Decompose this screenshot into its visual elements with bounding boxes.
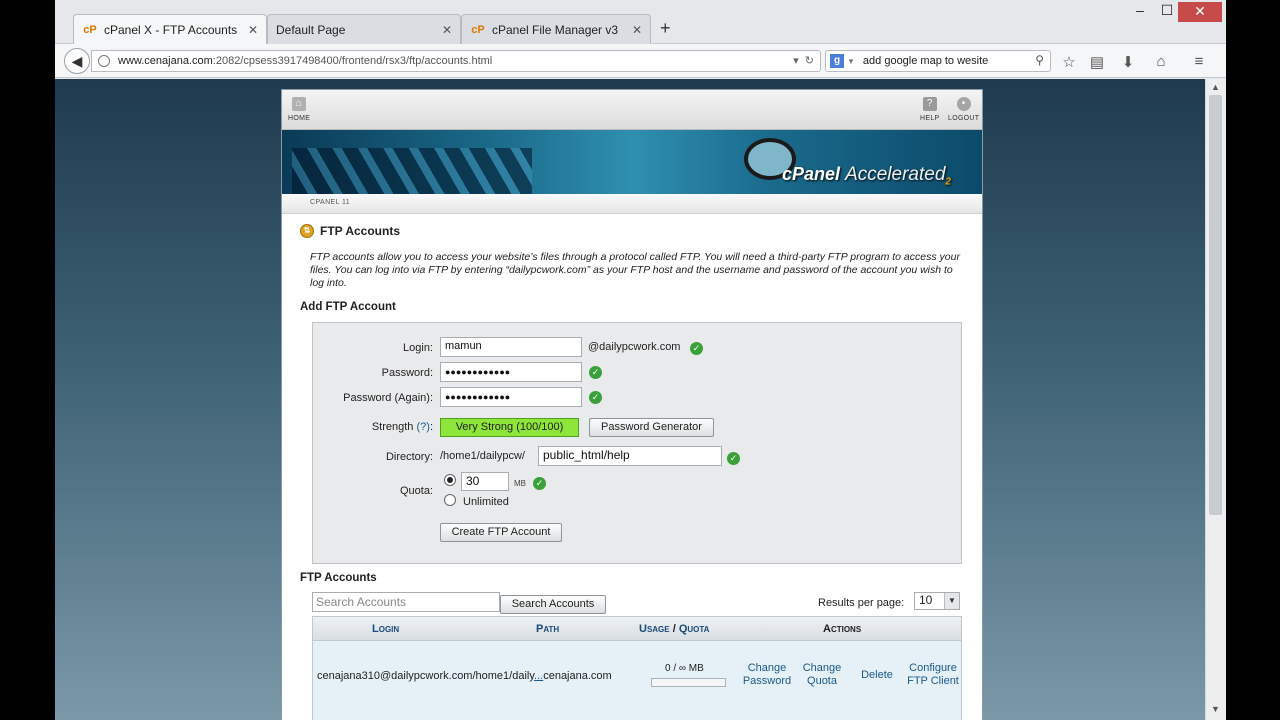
- logout-link[interactable]: • LOGOUT: [948, 97, 979, 122]
- configure-ftp-client-link[interactable]: Configure FTP Client: [903, 662, 963, 688]
- vertical-scrollbar[interactable]: ▲ ▼: [1205, 79, 1226, 720]
- ftp-accounts-table: Login Path Usage / Quota Actions cenajan…: [312, 616, 962, 720]
- delete-link[interactable]: Delete: [857, 669, 897, 682]
- new-tab-button[interactable]: +: [660, 18, 671, 39]
- help-link[interactable]: ? HELP: [920, 97, 940, 122]
- table-row: cenajana310@dailypcwork.com/home1/daily.…: [313, 641, 961, 711]
- url-path: :2082/cpsess3917498400/frontend/rsx3/ftp…: [212, 55, 493, 67]
- home-link[interactable]: ⌂ HOME: [288, 97, 310, 122]
- ftp-accounts-heading: FTP Accounts: [300, 572, 377, 584]
- tab-label: cPanel X - FTP Accounts: [104, 23, 238, 37]
- tab-label: cPanel File Manager v3: [492, 22, 619, 37]
- account-domain: cenajana.com: [543, 670, 612, 682]
- download-icon[interactable]: ⬇: [1118, 53, 1138, 71]
- table-header: Login Path Usage / Quota Actions: [313, 617, 961, 641]
- home-icon[interactable]: ⌂: [1151, 53, 1171, 70]
- cpanel-banner: cPanel Accelerated2: [282, 130, 982, 194]
- page-viewport: ⌂ HOME ? HELP • LOGOUT cPanel Accelerate…: [55, 79, 1205, 720]
- search-engine-dropdown-icon[interactable]: ▼: [847, 57, 855, 66]
- search-icon[interactable]: ⚲: [1035, 53, 1044, 67]
- globe-icon: [98, 55, 110, 67]
- tab-strip: cP cPanel X - FTP Accounts ✕ Default Pag…: [55, 0, 1226, 45]
- search-accounts-button[interactable]: Search Accounts: [500, 595, 606, 614]
- logout-label: LOGOUT: [948, 115, 980, 122]
- results-per-page-label: Results per page:: [818, 597, 905, 609]
- navigation-bar: ◀ www.cenajana.com :2082/cpsess391749840…: [55, 44, 1226, 78]
- account-cell: cenajana310@dailypcwork.com/home1/daily.…: [317, 670, 612, 682]
- logo-version: 2: [945, 176, 951, 188]
- user-icon: •: [956, 97, 971, 111]
- screen-border-right: [1226, 0, 1280, 720]
- screen-border-left: [0, 0, 55, 720]
- change-quota-line-2: Quota: [807, 675, 837, 687]
- question-icon: ?: [922, 97, 937, 111]
- close-window-icon[interactable]: ✕: [1178, 2, 1222, 22]
- change-password-line-1: Change: [747, 662, 787, 674]
- change-password-line-2: Password: [742, 675, 792, 687]
- browser-window: cP cPanel X - FTP Accounts ✕ Default Pag…: [55, 0, 1226, 720]
- results-per-page-value: 10: [919, 593, 933, 607]
- actions-column-header: Actions: [823, 623, 862, 635]
- search-box[interactable]: g ▼ add google map to wesite ⚲: [825, 50, 1051, 72]
- cpanel-top-strip: ⌂ HOME ? HELP • LOGOUT: [282, 90, 982, 130]
- change-quota-line-1: Change: [802, 662, 842, 674]
- configure-line-2: FTP Client: [907, 675, 959, 687]
- path-column-header[interactable]: Path: [536, 623, 559, 635]
- help-label: HELP: [920, 115, 940, 122]
- cpanel-favicon-icon: cP: [471, 23, 485, 36]
- login-column-header[interactable]: Login: [372, 623, 399, 635]
- tab-cpanel-file-manager[interactable]: cP cPanel File Manager v3 ✕: [461, 14, 651, 44]
- url-host: www.cenajana.com: [118, 55, 213, 67]
- usage-bar: [651, 678, 726, 687]
- cpanel-page: ⌂ HOME ? HELP • LOGOUT cPanel Accelerate…: [281, 89, 983, 720]
- usage-quota-separator: /: [672, 623, 676, 635]
- house-icon: ⌂: [292, 97, 307, 111]
- back-arrow-icon[interactable]: ◀: [64, 48, 90, 74]
- scroll-up-arrow-icon[interactable]: ▲: [1211, 82, 1220, 92]
- banner-graphic: [292, 148, 532, 194]
- bookmark-star-icon[interactable]: ☆: [1059, 53, 1079, 71]
- google-icon: g: [830, 54, 844, 68]
- ftp-accounts-section: FTP Accounts Search Accounts Search Acco…: [300, 223, 964, 720]
- home-label: HOME: [288, 115, 311, 122]
- close-tab-icon[interactable]: ✕: [632, 23, 642, 37]
- tab-label: Default Page: [276, 22, 346, 37]
- search-accounts-input[interactable]: Search Accounts: [312, 592, 500, 612]
- logo-edition: Accelerated: [845, 164, 946, 185]
- change-quota-link[interactable]: Change Quota: [799, 662, 845, 688]
- configure-line-1: Configure: [909, 662, 957, 674]
- change-password-link[interactable]: Change Password: [741, 662, 793, 688]
- quota-header-label: Quota: [678, 623, 710, 635]
- close-tab-icon[interactable]: ✕: [442, 23, 452, 37]
- search-query: add google map to wesite: [862, 55, 989, 67]
- usage-header-label: Usage: [639, 623, 670, 635]
- path-expand-link[interactable]: ...: [534, 670, 543, 682]
- account-login-path: cenajana310@dailypcwork.com/home1/daily: [317, 670, 535, 682]
- menu-icon[interactable]: ≡: [1189, 53, 1209, 70]
- tab-cpanel-ftp-accounts[interactable]: cP cPanel X - FTP Accounts ✕: [73, 14, 267, 45]
- tab-default-page[interactable]: Default Page ✕: [267, 14, 507, 44]
- close-tab-icon[interactable]: ✕: [248, 23, 258, 37]
- chevron-down-icon: ▼: [944, 593, 959, 609]
- reload-icon[interactable]: ▾ ↻: [793, 54, 814, 67]
- scrollbar-thumb[interactable]: [1209, 95, 1222, 515]
- scroll-down-arrow-icon[interactable]: ▼: [1211, 704, 1220, 714]
- breadcrumb-label[interactable]: CPANEL 11: [310, 199, 350, 206]
- usage-column-header[interactable]: Usage / Quota: [639, 623, 709, 635]
- logo-brand: cPanel: [782, 164, 841, 184]
- results-per-page-select[interactable]: 10 ▼: [914, 592, 960, 610]
- reading-list-icon[interactable]: ▤: [1087, 53, 1107, 71]
- breadcrumb: CPANEL 11: [282, 194, 982, 214]
- cpanel-logo: cPanel Accelerated2: [782, 164, 951, 188]
- usage-value: 0 / ∞ MB: [665, 663, 704, 674]
- cpanel-favicon-icon: cP: [83, 24, 97, 36]
- address-bar[interactable]: www.cenajana.com :2082/cpsess3917498400/…: [91, 50, 821, 72]
